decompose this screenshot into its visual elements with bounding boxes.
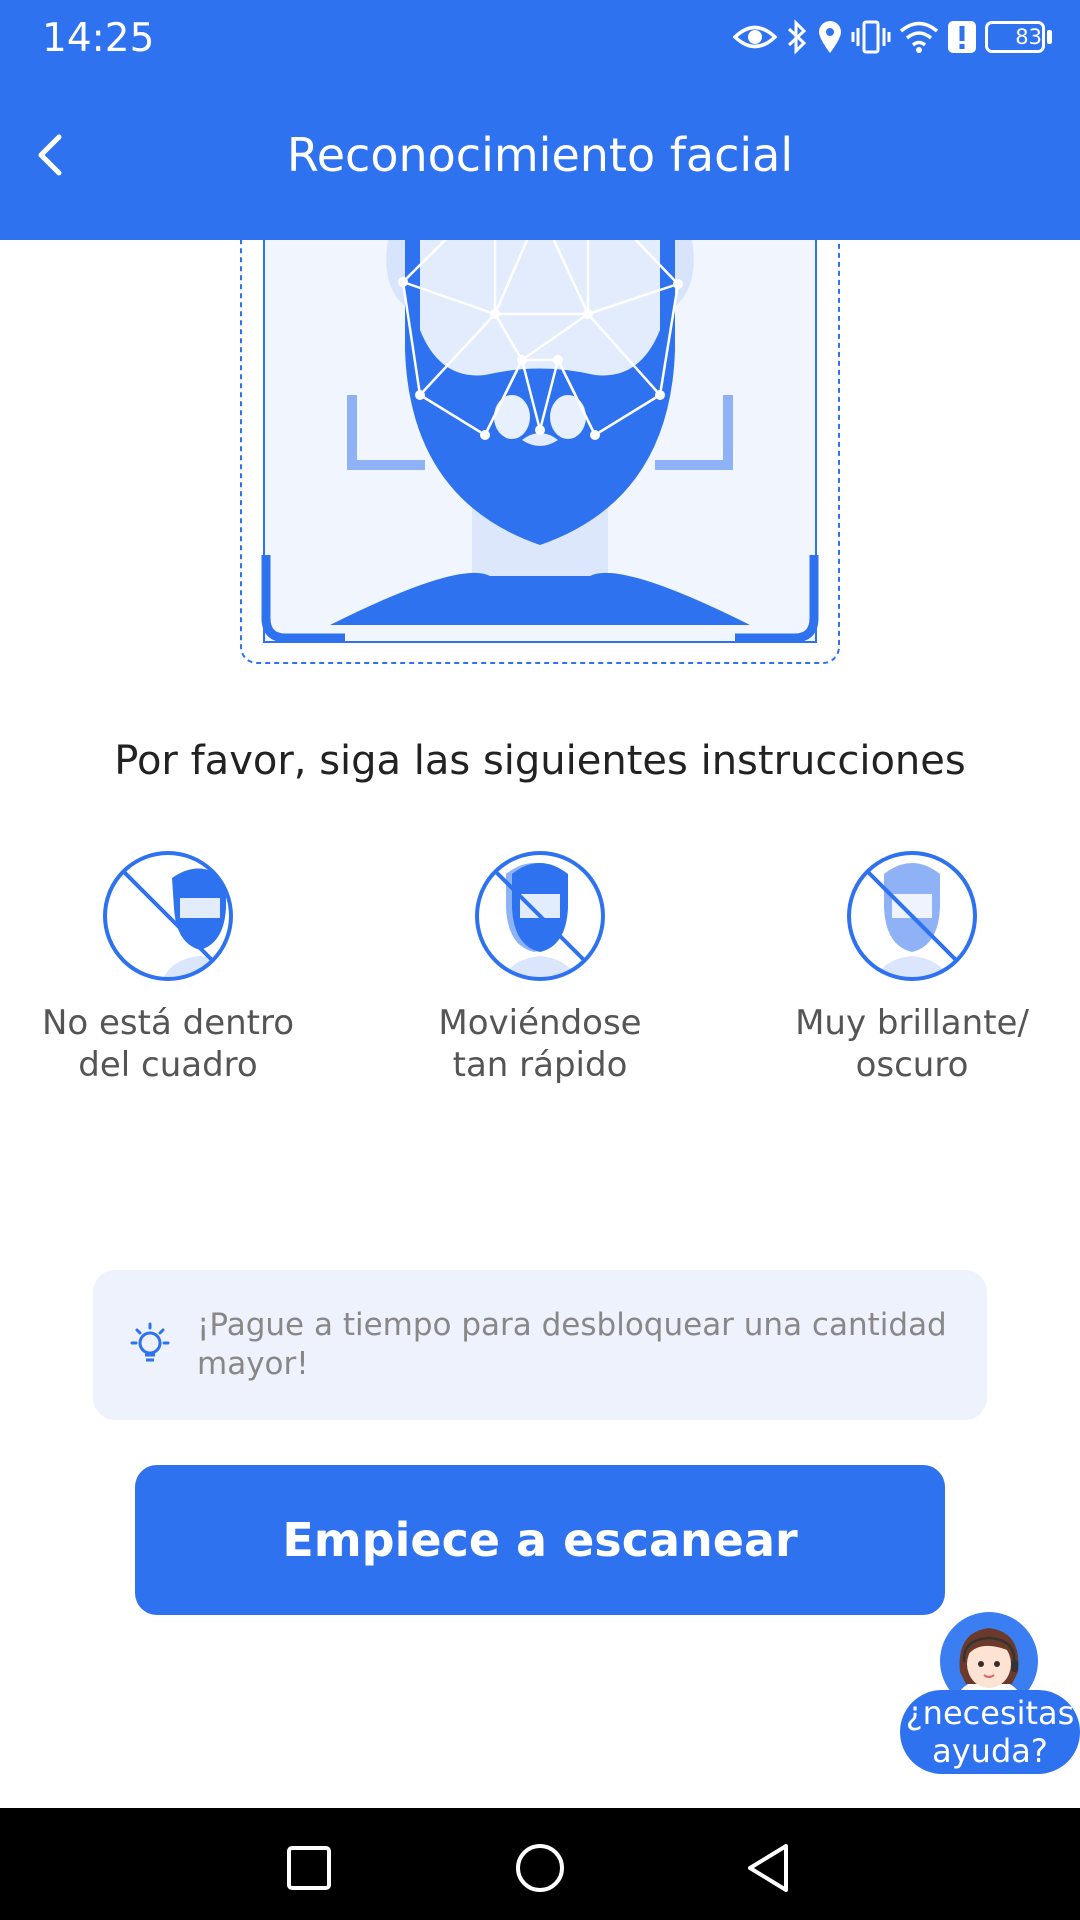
battery-level: 83 <box>1015 25 1042 49</box>
alert-icon <box>947 20 977 54</box>
tip-out-of-frame: No está dentro del cuadro <box>38 848 298 1086</box>
notice-banner: ¡Pague a tiempo para desbloquear una can… <box>93 1270 987 1420</box>
tips-list: No está dentro del cuadro Moviéndose tan… <box>0 848 1080 1138</box>
status-time: 14:25 <box>42 16 155 61</box>
status-icons: 83 <box>733 14 1052 60</box>
app-header: 14:25 83 Reconocimiento facial <box>0 0 1080 240</box>
tip-moving-fast: Moviéndose tan rápido <box>410 848 670 1086</box>
recents-square-icon <box>287 1846 331 1890</box>
eye-icon <box>733 22 777 52</box>
start-scan-button[interactable]: Empiece a escanear <box>135 1465 945 1615</box>
tip-label: No está dentro del cuadro <box>41 1003 295 1085</box>
tip-label: Muy brillante/ oscuro <box>795 1003 1029 1085</box>
notice-text: ¡Pague a tiempo para desbloquear una can… <box>197 1307 947 1382</box>
location-icon <box>817 20 843 54</box>
home-circle-icon <box>516 1844 564 1892</box>
instructions-title: Por favor, siga las siguientes instrucci… <box>114 738 966 784</box>
back-triangle-icon <box>748 1844 788 1892</box>
tip-bad-lighting: Muy brillante/ oscuro <box>782 848 1042 1086</box>
page-title: Reconocimiento facial <box>286 128 794 182</box>
system-nav-bar <box>0 1808 1080 1920</box>
vibrate-icon <box>851 20 891 54</box>
face-moving-fast-icon <box>475 851 605 981</box>
tip-label: Moviéndose tan rápido <box>438 1003 642 1085</box>
battery-icon: 83 <box>985 21 1052 53</box>
nav-back-button[interactable] <box>738 1838 798 1898</box>
recents-button[interactable] <box>279 1838 339 1898</box>
wifi-icon <box>899 20 939 54</box>
bluetooth-icon <box>785 19 809 55</box>
face-bad-lighting-icon <box>847 851 977 981</box>
home-button[interactable] <box>510 1838 570 1898</box>
lightbulb-icon <box>130 1322 170 1362</box>
help-label[interactable]: ¿necesitas ayuda? <box>900 1690 1080 1774</box>
face-scan-illustration <box>240 179 840 665</box>
help-widget[interactable]: ¿necesitas ayuda? <box>898 1610 1080 1775</box>
face-out-of-frame-icon <box>103 851 233 981</box>
